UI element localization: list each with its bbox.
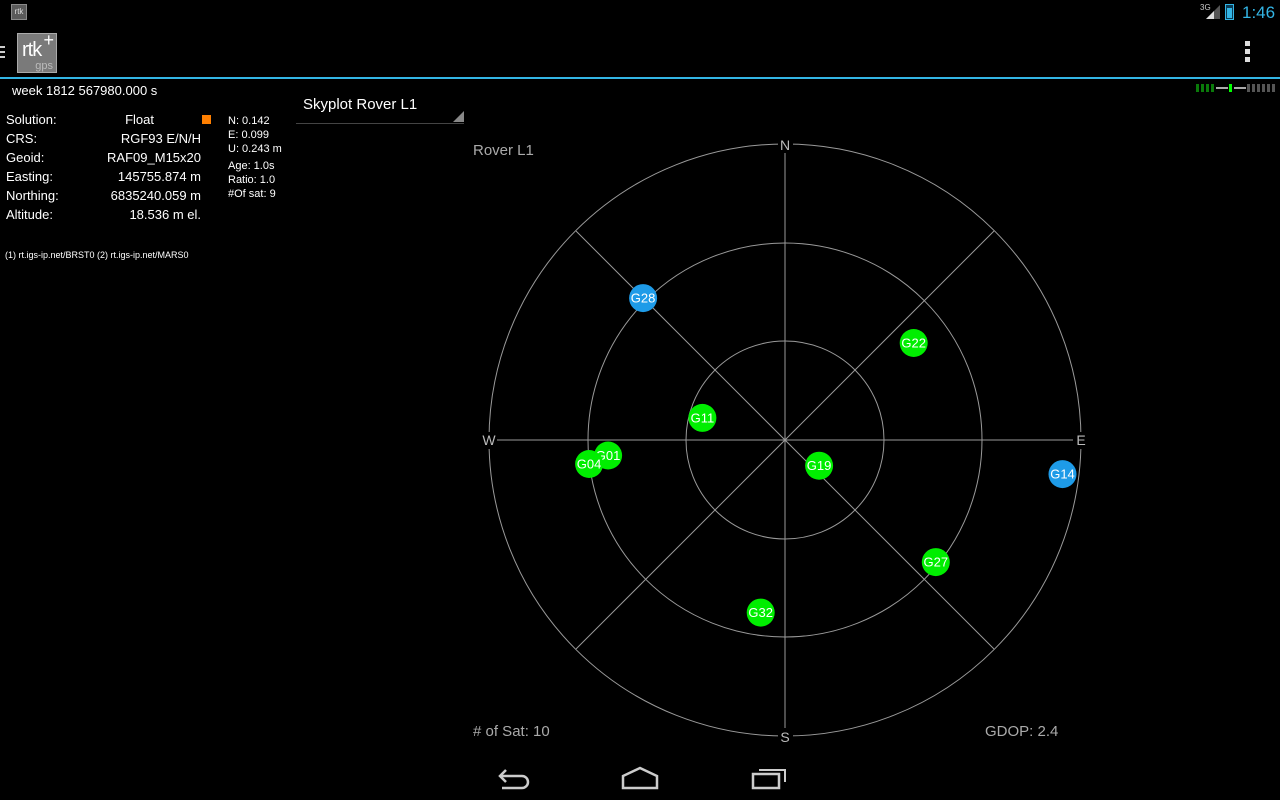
satellite-g11: G11 [688,403,717,432]
satellite-label: G19 [807,458,832,473]
recent-apps-icon[interactable] [749,764,789,790]
navigation-bar [0,752,1280,800]
satellite-label: G11 [691,410,715,425]
gdop-value: GDOP: 2.4 [985,723,1059,740]
back-icon[interactable] [492,764,532,790]
skyplot-title: Rover L1 [473,142,534,159]
skyplot: N E S W G28G22G11G01G04 G19G14G27G32 [480,136,1088,745]
satellite-g22: G22 [899,329,928,357]
direction-east: E [1076,432,1085,448]
direction-west: W [482,432,496,448]
satellite-g28: G28 [629,284,658,313]
skyplot-grid [488,143,1082,737]
satellite-label: G32 [748,605,773,620]
satellite-label: G14 [1050,467,1075,482]
satellite-g32: G32 [746,598,775,627]
satellite-g04: G04 [575,450,604,478]
satellite-label: G27 [924,555,949,570]
satellite-count: # of Sat: 10 [473,723,550,740]
home-icon[interactable] [620,764,660,790]
direction-north: N [780,137,790,153]
satellite-label: G22 [901,336,926,351]
satellite-g19: G19 [805,451,834,480]
satellite-g27: G27 [921,548,950,577]
satellite-g14: G14 [1048,460,1077,489]
direction-south: S [780,729,789,745]
satellite-label: G04 [577,457,602,472]
satellite-label: G28 [631,291,656,306]
